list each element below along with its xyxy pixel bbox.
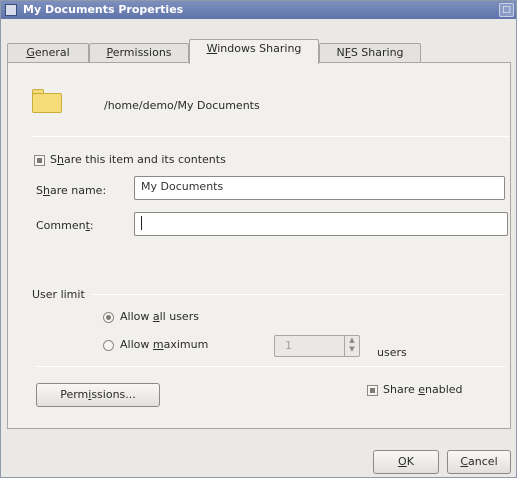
allow-maximum-label-mnemonic: m: [152, 338, 164, 351]
allow-all-users-radio[interactable]: [103, 312, 114, 323]
properties-dialog: My Documents Properties □ General Permis…: [0, 0, 517, 478]
text-caret: [141, 216, 142, 230]
tab-windows-sharing[interactable]: Windows Sharing: [189, 39, 319, 64]
share-item-label-text: are this item and its contents: [63, 153, 226, 166]
users-suffix-label: users: [377, 346, 407, 359]
ok-button-mnemonic: O: [398, 455, 407, 468]
ok-button[interactable]: OK: [373, 450, 439, 474]
tab-permissions-label: ermissions: [112, 46, 172, 59]
user-limit-group-title: User limit: [32, 288, 85, 301]
share-enabled-label-mnemonic: e: [418, 383, 426, 396]
share-item-label[interactable]: Share this item and its contents: [50, 153, 226, 166]
share-enabled-label[interactable]: Share enabled: [383, 383, 463, 396]
share-enabled-label-prefix: Share: [383, 383, 419, 396]
allow-all-users-label-mnemonic: a: [152, 310, 160, 323]
tab-permissions[interactable]: Permissions: [89, 43, 189, 63]
tab-windows-sharing-mnemonic: W: [206, 42, 218, 55]
user-limit-group-line: [92, 294, 506, 295]
separator-bottom: [36, 366, 506, 367]
folder-icon: [32, 89, 62, 113]
maximum-users-spinbox[interactable]: 1 ▲ ▼: [274, 335, 360, 357]
comment-label: Comment:: [36, 219, 94, 232]
tab-bar: General Permissions Windows Sharing NFS …: [7, 39, 507, 64]
share-name-input[interactable]: My Documents: [134, 176, 505, 200]
share-item-label-prefix: S: [50, 153, 57, 166]
spin-down-icon[interactable]: ▼: [345, 345, 359, 354]
allow-maximum-label[interactable]: Allow maximum: [120, 338, 208, 351]
share-name-label-mnemonic: h: [42, 184, 50, 197]
spin-up-icon[interactable]: ▲: [345, 336, 359, 345]
app-icon: [5, 4, 17, 16]
share-name-label-prefix: S: [36, 184, 43, 197]
tab-nfs-sharing-label: S Sharing: [350, 46, 404, 59]
permissions-button[interactable]: Permissions...: [36, 383, 160, 407]
allow-maximum-label-text: aximum: [163, 338, 209, 351]
share-item-checkbox[interactable]: [34, 155, 45, 166]
folder-path: /home/demo/My Documents: [104, 99, 260, 112]
window-title: My Documents Properties: [23, 3, 184, 16]
tab-nfs-sharing[interactable]: NFS Sharing: [319, 43, 421, 63]
close-button[interactable]: □: [499, 3, 514, 17]
allow-all-users-label-prefix: Allow: [120, 310, 153, 323]
share-enabled-checkbox[interactable]: [367, 385, 378, 396]
allow-maximum-radio[interactable]: [103, 340, 114, 351]
share-name-label-text: are name:: [49, 184, 107, 197]
tab-general[interactable]: General: [7, 43, 89, 63]
share-name-label: Share name:: [36, 184, 106, 197]
spin-arrows[interactable]: ▲ ▼: [344, 336, 359, 356]
allow-all-users-label[interactable]: Allow all users: [120, 310, 199, 323]
allow-maximum-label-prefix: Allow: [120, 338, 153, 351]
ok-button-label: K: [406, 455, 414, 468]
allow-all-users-label-text: ll users: [159, 310, 199, 323]
tab-nfs-sharing-prefix: N: [336, 46, 345, 59]
comment-input[interactable]: [134, 212, 508, 236]
permissions-button-label: ssions...: [91, 388, 136, 401]
tab-general-label: eneral: [34, 46, 70, 59]
permissions-button-prefix: Perm: [60, 388, 89, 401]
comment-label-text: :: [89, 219, 94, 232]
title-bar[interactable]: My Documents Properties □: [1, 1, 516, 19]
share-item-label-mnemonic: h: [56, 153, 64, 166]
cancel-button-label: ancel: [468, 455, 498, 468]
windows-sharing-panel: /home/demo/My Documents Share this item …: [7, 62, 511, 429]
folder-icon-body: [32, 93, 62, 113]
maximum-users-value: 1: [285, 339, 292, 352]
cancel-button[interactable]: Cancel: [447, 450, 511, 474]
tab-general-mnemonic: G: [26, 46, 35, 59]
tab-windows-sharing-label: indows Sharing: [217, 42, 302, 55]
comment-label-prefix: Commen: [36, 219, 86, 232]
cancel-button-mnemonic: C: [460, 455, 469, 468]
share-enabled-label-text: nabled: [425, 383, 463, 396]
separator: [32, 136, 510, 137]
